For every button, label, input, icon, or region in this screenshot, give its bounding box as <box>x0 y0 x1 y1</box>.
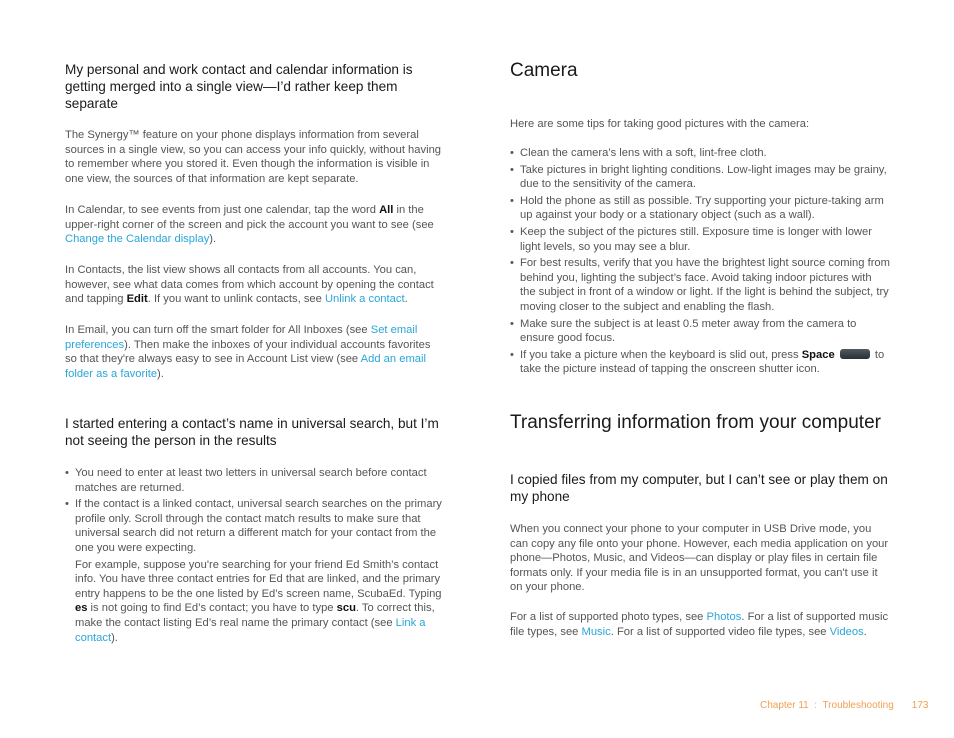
text: For a list of supported photo types, see <box>510 611 707 623</box>
list-item: Clean the camera’s lens with a soft, lin… <box>510 146 890 161</box>
list-item: If you take a picture when the keyboard … <box>510 348 890 377</box>
bold-edit: Edit <box>126 293 148 306</box>
link-videos[interactable]: Videos <box>830 626 864 638</box>
text: ). <box>209 233 217 246</box>
list-item: For best results, verify that you have t… <box>510 256 890 314</box>
transfer-heading: Transferring information from your compu… <box>510 412 881 433</box>
list-item: Keep the subject of the pictures still. … <box>510 225 890 254</box>
camera-intro: Here are some tips for taking good pictu… <box>510 118 810 130</box>
text: In Email, you can turn off the smart fol… <box>65 324 371 336</box>
list-item: You need to enter at least two letters i… <box>65 466 445 495</box>
text: . For a list of supported video file typ… <box>610 625 830 638</box>
text: is not going to find Ed’s contact; you h… <box>87 602 337 615</box>
contacts-paragraph: In Contacts, the list view shows all con… <box>65 263 445 307</box>
text: . If you want to unlink contacts, see <box>147 293 325 306</box>
link-unlink-contact[interactable]: Unlink a contact <box>325 293 405 305</box>
camera-tips-list: Clean the camera’s lens with a soft, lin… <box>510 146 890 379</box>
space-key-icon <box>839 348 870 359</box>
text: If you take a picture when the keyboard … <box>520 348 802 361</box>
usb-drive-paragraph: When you connect your phone to your comp… <box>510 523 889 594</box>
link-change-calendar-display[interactable]: Change the Calendar display <box>65 233 209 245</box>
bold-scu: scu <box>336 602 356 615</box>
text: If the contact is a linked contact, univ… <box>75 498 442 554</box>
link-music[interactable]: Music <box>582 626 611 638</box>
calendar-paragraph: In Calendar, to see events from just one… <box>65 203 445 247</box>
link-photos[interactable]: Photos <box>707 611 742 623</box>
page-footer: Chapter 11 : Troubleshooting 173 <box>760 700 928 711</box>
text: In Calendar, to see events from just one… <box>65 204 380 216</box>
text: ). <box>111 631 118 644</box>
text: For example, suppose you're searching fo… <box>75 558 442 600</box>
synergy-paragraph: The Synergy™ feature on your phone displ… <box>65 129 442 185</box>
text: . <box>863 625 867 638</box>
supported-types-paragraph: For a list of supported photo types, see… <box>510 610 890 639</box>
page-number: 173 <box>911 700 929 711</box>
list-item: If the contact is a linked contact, univ… <box>65 497 445 645</box>
universal-search-bullets: You need to enter at least two letters i… <box>65 466 445 647</box>
chapter-label: Chapter 11 : Troubleshooting <box>760 700 894 711</box>
text: . <box>404 293 408 306</box>
bold-space: Space <box>801 348 835 361</box>
text: ). <box>157 367 164 380</box>
question-heading-merged-info: My personal and work contact and calenda… <box>65 62 413 111</box>
list-item: Make sure the subject is at least 0.5 me… <box>510 317 890 346</box>
bold-es: es <box>75 602 88 615</box>
bold-all: All <box>379 204 394 216</box>
list-item: Hold the phone as still as possible. Try… <box>510 194 890 223</box>
example-paragraph: For example, suppose you're searching fo… <box>75 558 445 646</box>
camera-heading: Camera <box>510 60 578 81</box>
question-heading-copied-files: I copied files from my computer, but I c… <box>510 472 888 504</box>
email-paragraph: In Email, you can turn off the smart fol… <box>65 323 445 381</box>
list-item: Take pictures in bright lighting conditi… <box>510 163 890 192</box>
question-heading-universal-search: I started entering a contact’s name in u… <box>65 416 439 448</box>
